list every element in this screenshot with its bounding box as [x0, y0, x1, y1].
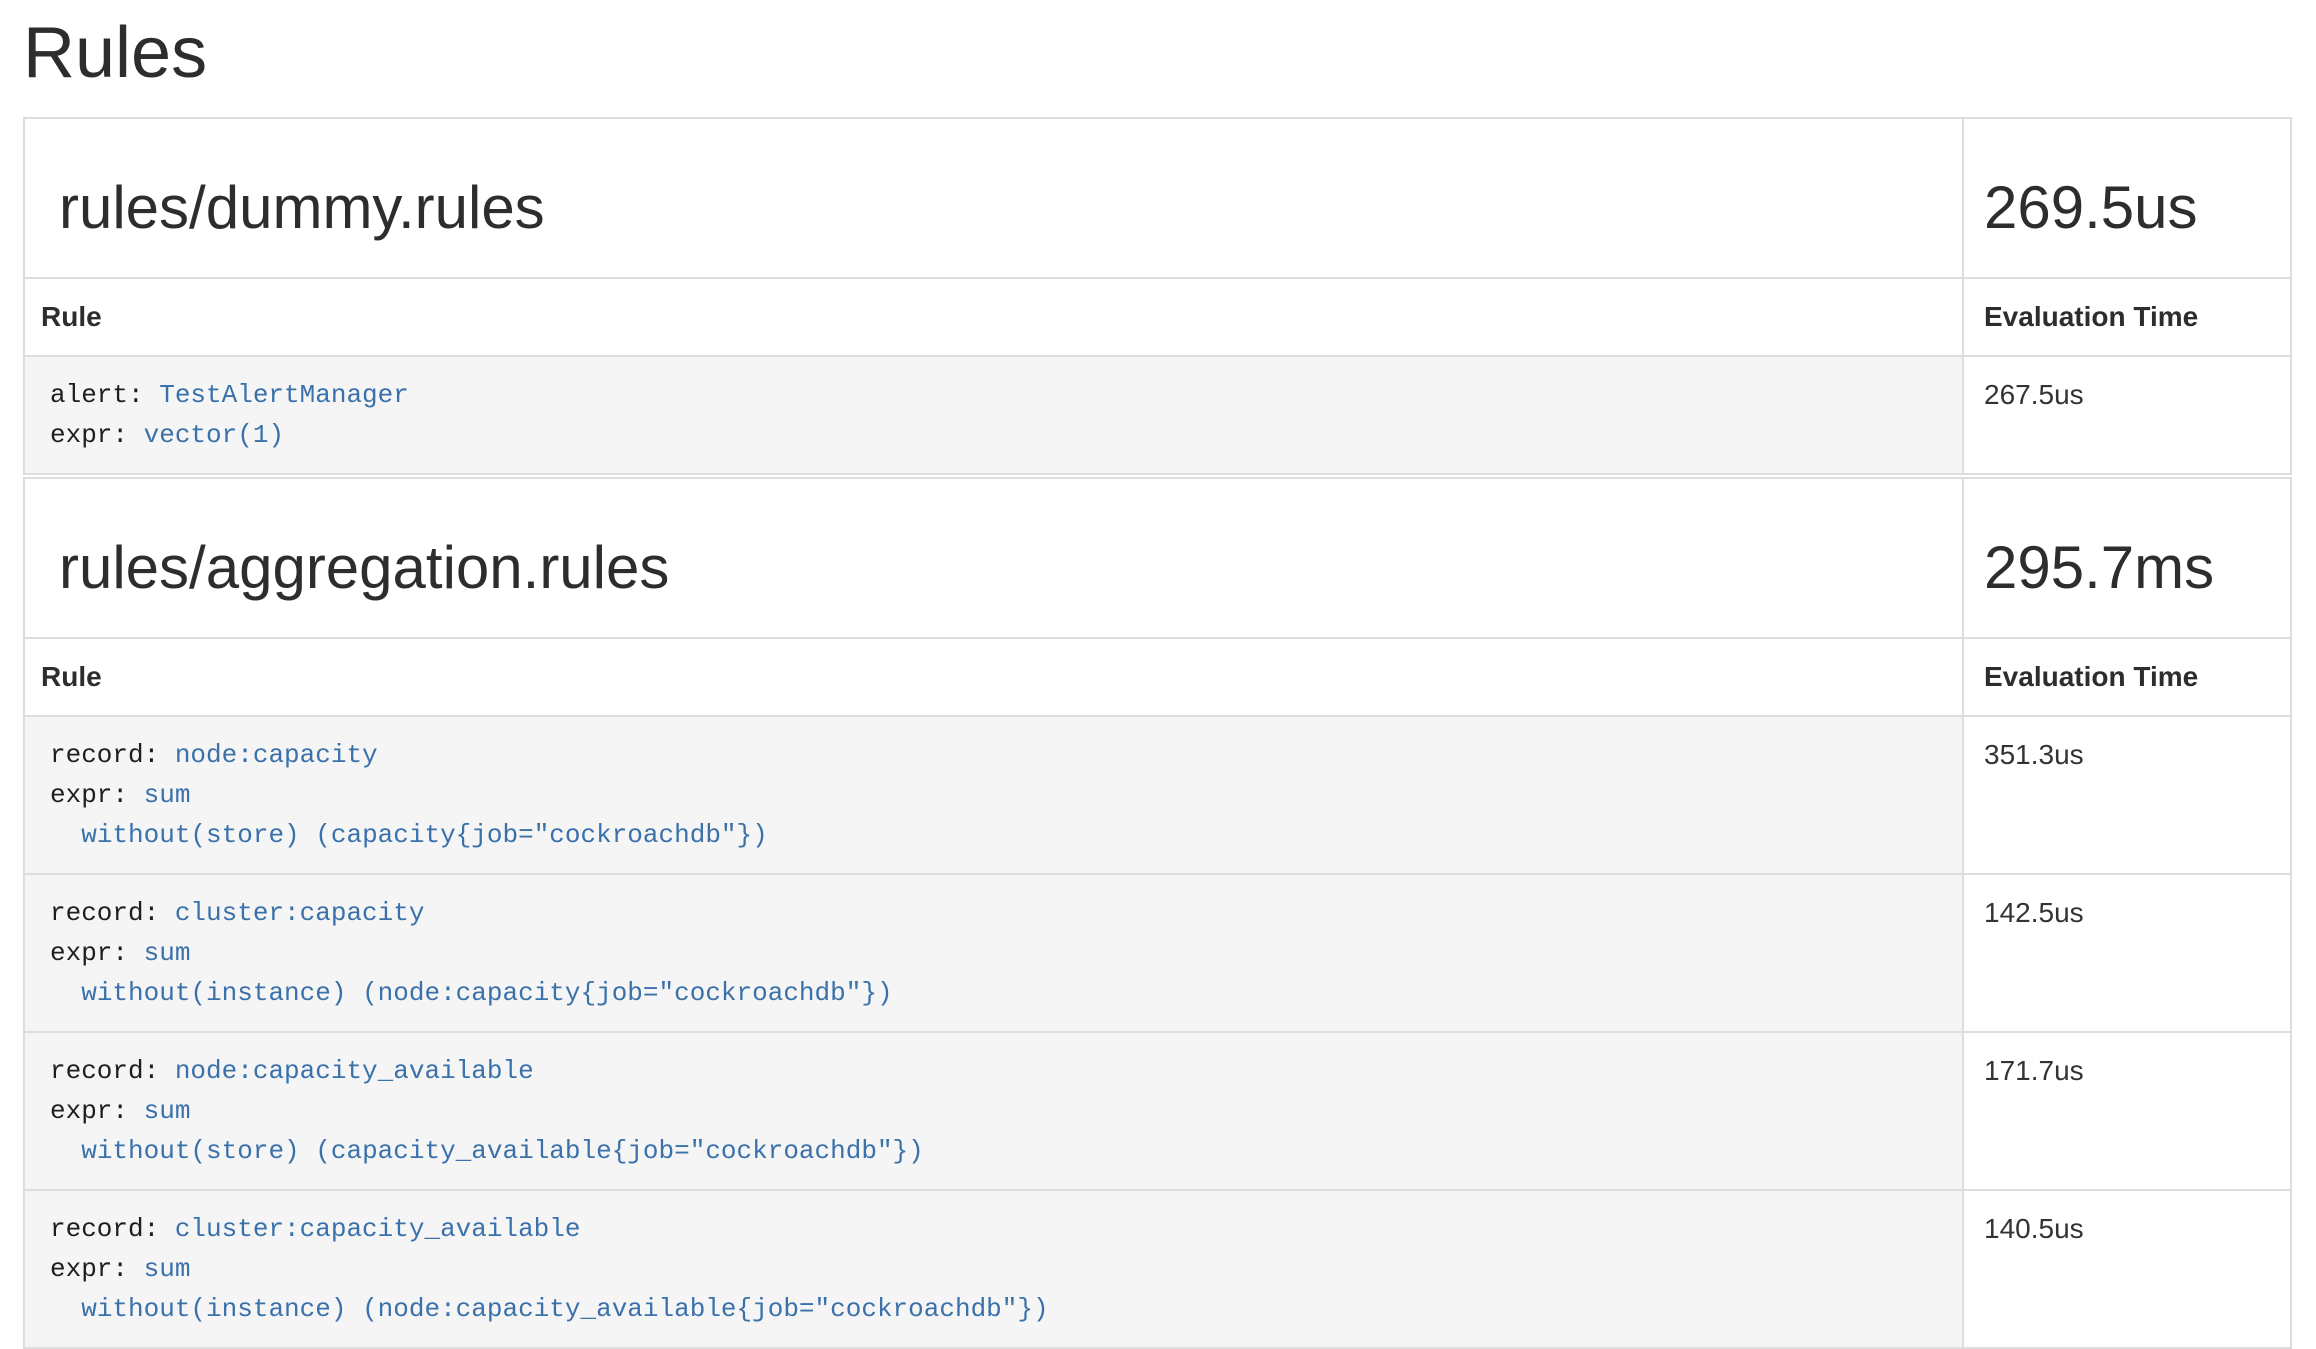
rule-expr-link[interactable]: sum without(store) (capacity{job="cockro… [50, 780, 768, 850]
rule-expr-link[interactable]: vector(1) [144, 420, 284, 450]
rule-group-name-cell: rules/aggregation.rules [24, 478, 1963, 638]
rule-definition-cell: record: cluster:capacity expr: sum witho… [24, 874, 1963, 1032]
page-title: Rules [23, 14, 2290, 93]
rule-expr-label: expr: [50, 938, 144, 968]
rule-name-link[interactable]: node:capacity [175, 740, 378, 770]
rule-expr-label: expr: [50, 1254, 144, 1284]
rule-groups-container: rules/dummy.rules269.5usRuleEvaluation T… [23, 117, 2290, 1349]
rule-expr-link[interactable]: sum without(instance) (node:capacity_ava… [50, 1254, 1049, 1324]
rule-group-table: rules/dummy.rules 269.5us RuleEvaluation T… [23, 117, 2292, 475]
rule-type-label: alert: [50, 380, 159, 410]
rule-eval-time: 140.5us [1963, 1190, 2291, 1348]
rule-expr-link[interactable]: sum without(store) (capacity_available{j… [50, 1096, 924, 1166]
rule-group-eval-time: 295.7ms [1984, 535, 2274, 601]
eval-time-column-header: Evaluation Time [1963, 638, 2291, 716]
rule-row: record: cluster:capacity expr: sum witho… [24, 874, 2291, 1032]
rule-group-eval-cell: 269.5us [1963, 118, 2291, 278]
rule-group-eval-cell: 295.7ms [1963, 478, 2291, 638]
rule-eval-time: 267.5us [1963, 356, 2291, 474]
rule-expr-label: expr: [50, 780, 144, 810]
rule-definition-cell: alert: TestAlertManager expr: vector(1) [24, 356, 1963, 474]
rule-row: alert: TestAlertManager expr: vector(1)2… [24, 356, 2291, 474]
column-header-row: RuleEvaluation Time [24, 638, 2291, 716]
eval-time-column-header: Evaluation Time [1963, 278, 2291, 356]
rule-column-header: Rule [24, 638, 1963, 716]
rule-expr-link[interactable]: sum without(instance) (node:capacity{job… [50, 938, 893, 1008]
rule-group-table: rules/aggregation.rules 295.7ms RuleEvalua… [23, 477, 2292, 1349]
rule-definition-cell: record: node:capacity expr: sum without(… [24, 716, 1963, 874]
rule-type-label: record: [50, 898, 175, 928]
rule-row: record: node:capacity_available expr: su… [24, 1032, 2291, 1190]
rule-row: record: node:capacity expr: sum without(… [24, 716, 2291, 874]
rule-type-label: record: [50, 740, 175, 770]
rule-name-link[interactable]: TestAlertManager [159, 380, 409, 410]
rule-group-header-row: rules/aggregation.rules 295.7ms [24, 478, 2291, 638]
rule-name-link[interactable]: cluster:capacity_available [175, 1214, 581, 1244]
rule-definition-cell: record: cluster:capacity_available expr:… [24, 1190, 1963, 1348]
rule-type-label: record: [50, 1056, 175, 1086]
rule-eval-time: 351.3us [1963, 716, 2291, 874]
rule-row: record: cluster:capacity_available expr:… [24, 1190, 2291, 1348]
rule-group-header-row: rules/dummy.rules 269.5us [24, 118, 2291, 278]
rule-expr-label: expr: [50, 420, 144, 450]
rule-column-header: Rule [24, 278, 1963, 356]
rule-group-title: rules/dummy.rules [59, 175, 1946, 241]
rule-name-link[interactable]: cluster:capacity [175, 898, 425, 928]
rule-definition-cell: record: node:capacity_available expr: su… [24, 1032, 1963, 1190]
rules-page: Rules rules/dummy.rules269.5usRuleEvalua… [0, 14, 2316, 1349]
column-header-row: RuleEvaluation Time [24, 278, 2291, 356]
rule-group-title: rules/aggregation.rules [59, 535, 1946, 601]
rule-name-link[interactable]: node:capacity_available [175, 1056, 534, 1086]
rule-eval-time: 171.7us [1963, 1032, 2291, 1190]
rule-expr-label: expr: [50, 1096, 144, 1126]
rule-eval-time: 142.5us [1963, 874, 2291, 1032]
rule-group-name-cell: rules/dummy.rules [24, 118, 1963, 278]
rule-group-eval-time: 269.5us [1984, 175, 2274, 241]
rule-type-label: record: [50, 1214, 175, 1244]
